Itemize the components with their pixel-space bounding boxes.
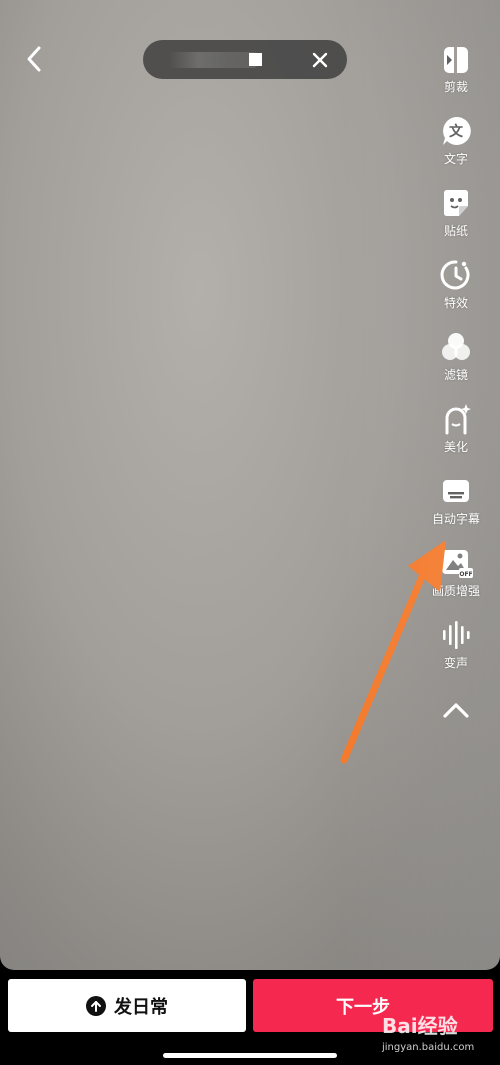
tool-crop[interactable]: 剪裁	[424, 42, 488, 94]
tool-text[interactable]: 文 文字	[424, 114, 488, 166]
tool-quality-enhance[interactable]: OFF 画质增强	[424, 546, 488, 598]
watermark-brand: Bai经验	[382, 1014, 458, 1038]
filter-circles-icon	[442, 333, 470, 360]
tool-label: 自动字幕	[431, 512, 480, 526]
text-bubble-icon: 文	[443, 116, 471, 145]
annotation-arrow	[340, 540, 446, 764]
tool-label: 美化	[443, 440, 468, 454]
sticker-icon	[444, 190, 468, 216]
close-icon[interactable]	[310, 50, 330, 70]
tool-label: 贴纸	[443, 224, 468, 238]
effects-clock-icon	[440, 260, 470, 290]
tool-label: 变声	[443, 656, 468, 670]
video-preview: 剪裁 文 文字 贴纸 特效 滤镜 美化 自动字幕 OFF 画质增强 变声	[0, 0, 500, 970]
chevron-left-icon	[27, 46, 41, 72]
post-daily-button[interactable]: 发日常	[8, 979, 246, 1032]
voice-wave-icon	[443, 621, 470, 649]
tool-sticker[interactable]: 贴纸	[424, 186, 488, 238]
recording-pill	[143, 40, 347, 79]
tool-beautify[interactable]: 美化	[424, 402, 488, 454]
back-button[interactable]	[20, 42, 48, 76]
baidu-jingyan-watermark: Bai经验 jingyan.baidu.com	[378, 1010, 496, 1058]
quality-enhance-icon: OFF	[442, 550, 473, 578]
chevron-up-icon[interactable]	[440, 694, 472, 726]
home-indicator[interactable]	[163, 1053, 337, 1058]
watermark-site: jingyan.baidu.com	[382, 1042, 475, 1053]
tool-filter[interactable]: 滤镜	[424, 330, 488, 382]
tool-auto-subtitle[interactable]: 自动字幕	[424, 474, 488, 526]
stop-square-icon[interactable]	[249, 53, 262, 66]
auto-subtitle-icon	[443, 480, 469, 502]
tool-label: 滤镜	[443, 368, 468, 382]
crop-clip-icon	[444, 46, 468, 74]
post-daily-label: 发日常	[114, 996, 168, 1018]
tool-effects[interactable]: 特效	[424, 258, 488, 310]
svg-text:文: 文	[449, 123, 464, 140]
tool-label: 画质增强	[431, 584, 480, 598]
svg-text:OFF: OFF	[459, 571, 472, 578]
tool-voice-change[interactable]: 变声	[424, 618, 488, 670]
blurred-content	[169, 52, 257, 68]
upload-circle-icon	[86, 995, 106, 1016]
beautify-face-icon	[445, 404, 471, 435]
tool-label: 特效	[443, 296, 468, 310]
tool-label: 文字	[443, 152, 468, 166]
tool-label: 剪裁	[443, 80, 468, 94]
